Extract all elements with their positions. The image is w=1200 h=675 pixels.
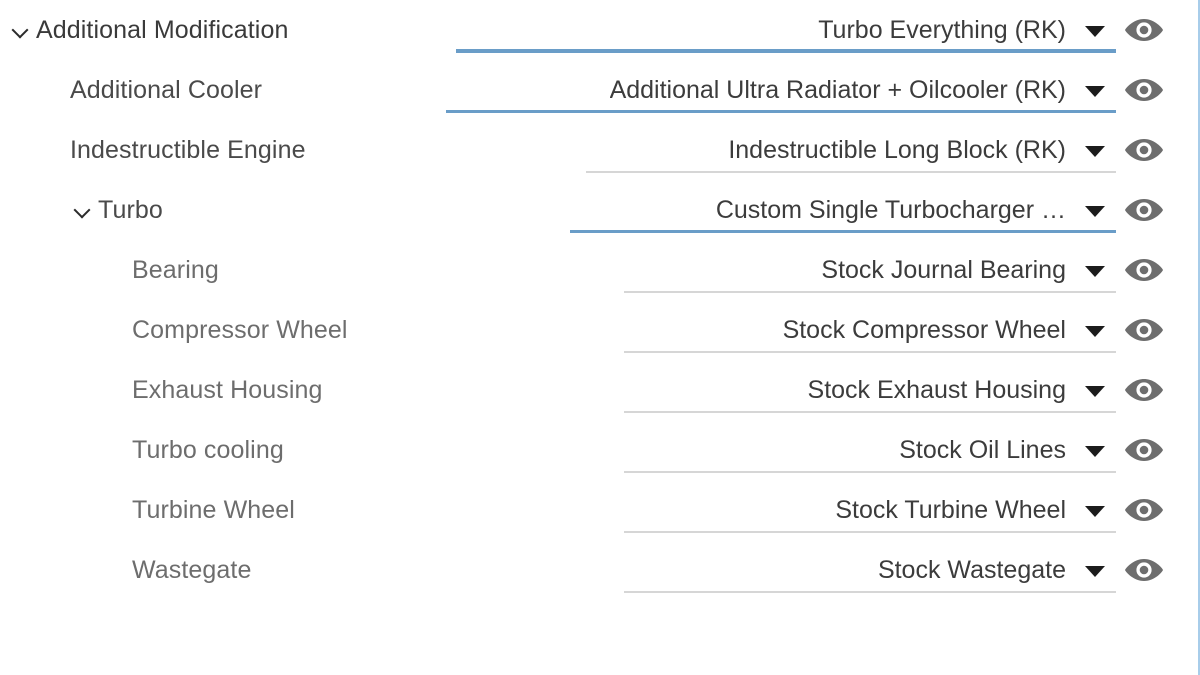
row-label-cell[interactable]: Indestructible Engine — [42, 120, 306, 180]
eye-icon[interactable] — [1122, 550, 1166, 590]
row-label-cell[interactable]: Compressor Wheel — [104, 300, 348, 360]
chevron-placeholder-icon — [42, 77, 68, 103]
dropdown-turbo-cooling[interactable]: Stock Oil Lines — [624, 427, 1116, 473]
row-label-cell[interactable]: Wastegate — [104, 540, 251, 600]
dropdown-value: Custom Single Turbocharger … — [715, 197, 1066, 223]
row-control: Additional Ultra Radiator + Oilcooler (R… — [446, 60, 1166, 120]
row-label: Additional Cooler — [70, 75, 263, 104]
row-label: Compressor Wheel — [132, 315, 348, 344]
dropdown-bearing[interactable]: Stock Journal Bearing — [624, 247, 1116, 293]
caret-down-icon[interactable] — [1082, 257, 1108, 283]
row-label: Turbine Wheel — [132, 495, 295, 524]
configuration-row-list: Additional Modification Turbo Everything… — [0, 0, 1200, 600]
row-label: Wastegate — [132, 555, 252, 584]
row-label: Exhaust Housing — [132, 375, 323, 404]
row-label: Indestructible Engine — [70, 135, 306, 164]
dropdown-value: Stock Compressor Wheel — [782, 317, 1066, 343]
dropdown-value: Stock Turbine Wheel — [835, 497, 1066, 523]
table-row[interactable]: Turbo cooling Stock Oil Lines — [0, 420, 1200, 480]
dropdown-value: Stock Wastegate — [877, 557, 1066, 583]
chevron-placeholder-icon — [42, 137, 68, 163]
chevron-down-icon[interactable] — [8, 17, 34, 43]
chevron-down-icon[interactable] — [70, 197, 96, 223]
dropdown-value: Indestructible Long Block (RK) — [728, 137, 1066, 163]
table-row[interactable]: Additional Modification Turbo Everything… — [0, 0, 1200, 60]
chevron-placeholder-icon — [104, 497, 130, 523]
table-row[interactable]: Turbine Wheel Stock Turbine Wheel — [0, 480, 1200, 540]
caret-down-icon[interactable] — [1082, 497, 1108, 523]
table-row[interactable]: Turbo Custom Single Turbocharger … — [0, 180, 1200, 240]
dropdown-turbine-wheel[interactable]: Stock Turbine Wheel — [624, 487, 1116, 533]
chevron-placeholder-icon — [104, 257, 130, 283]
caret-down-icon[interactable] — [1082, 197, 1108, 223]
table-row[interactable]: Exhaust Housing Stock Exhaust Housing — [0, 360, 1200, 420]
dropdown-value: Additional Ultra Radiator + Oilcooler (R… — [609, 77, 1066, 103]
row-label-cell[interactable]: Bearing — [104, 240, 219, 300]
eye-icon[interactable] — [1122, 190, 1166, 230]
dropdown-exhaust-housing[interactable]: Stock Exhaust Housing — [624, 367, 1116, 413]
dropdown-additional-modification[interactable]: Turbo Everything (RK) — [456, 7, 1116, 53]
row-control: Stock Oil Lines — [624, 420, 1166, 480]
table-row[interactable]: Indestructible Engine Indestructible Lon… — [0, 120, 1200, 180]
dropdown-additional-cooler[interactable]: Additional Ultra Radiator + Oilcooler (R… — [446, 67, 1116, 113]
eye-icon[interactable] — [1122, 490, 1166, 530]
row-control: Custom Single Turbocharger … — [570, 180, 1166, 240]
dropdown-indestructible-engine[interactable]: Indestructible Long Block (RK) — [586, 127, 1116, 173]
eye-icon[interactable] — [1122, 310, 1166, 350]
dropdown-compressor-wheel[interactable]: Stock Compressor Wheel — [624, 307, 1116, 353]
dropdown-turbo[interactable]: Custom Single Turbocharger … — [570, 187, 1116, 233]
caret-down-icon[interactable] — [1082, 17, 1108, 43]
caret-down-icon[interactable] — [1082, 557, 1108, 583]
table-row[interactable]: Compressor Wheel Stock Compressor Wheel — [0, 300, 1200, 360]
dropdown-value: Stock Oil Lines — [899, 437, 1066, 463]
caret-down-icon[interactable] — [1082, 317, 1108, 343]
row-control: Stock Journal Bearing — [624, 240, 1166, 300]
row-label: Additional Modification — [36, 15, 289, 44]
row-control: Stock Wastegate — [624, 540, 1166, 600]
eye-icon[interactable] — [1122, 370, 1166, 410]
row-label-cell[interactable]: Turbine Wheel — [104, 480, 295, 540]
dropdown-value: Stock Journal Bearing — [821, 257, 1066, 283]
row-label-cell[interactable]: Additional Cooler — [42, 60, 262, 120]
dropdown-wastegate[interactable]: Stock Wastegate — [624, 547, 1116, 593]
row-control: Stock Compressor Wheel — [624, 300, 1166, 360]
part-configurator-panel: Additional Modification Turbo Everything… — [0, 0, 1200, 675]
eye-icon[interactable] — [1122, 250, 1166, 290]
row-control: Stock Turbine Wheel — [624, 480, 1166, 540]
dropdown-value: Stock Exhaust Housing — [807, 377, 1066, 403]
table-row[interactable]: Additional Cooler Additional Ultra Radia… — [0, 60, 1200, 120]
caret-down-icon[interactable] — [1082, 437, 1108, 463]
row-control: Indestructible Long Block (RK) — [586, 120, 1166, 180]
row-label-cell[interactable]: Turbo cooling — [104, 420, 284, 480]
chevron-placeholder-icon — [104, 437, 130, 463]
row-label-cell[interactable]: Turbo — [70, 180, 163, 240]
row-label: Bearing — [132, 255, 219, 284]
caret-down-icon[interactable] — [1082, 137, 1108, 163]
caret-down-icon[interactable] — [1082, 377, 1108, 403]
eye-icon[interactable] — [1122, 70, 1166, 110]
chevron-placeholder-icon — [104, 317, 130, 343]
eye-icon[interactable] — [1122, 430, 1166, 470]
row-label: Turbo — [98, 195, 163, 224]
row-control: Turbo Everything (RK) — [456, 0, 1166, 60]
eye-icon[interactable] — [1122, 10, 1166, 50]
dropdown-value: Turbo Everything (RK) — [818, 17, 1066, 43]
row-label: Turbo cooling — [132, 435, 284, 464]
table-row[interactable]: Wastegate Stock Wastegate — [0, 540, 1200, 600]
caret-down-icon[interactable] — [1082, 77, 1108, 103]
eye-icon[interactable] — [1122, 130, 1166, 170]
chevron-placeholder-icon — [104, 557, 130, 583]
row-control: Stock Exhaust Housing — [624, 360, 1166, 420]
row-label-cell[interactable]: Exhaust Housing — [104, 360, 323, 420]
chevron-placeholder-icon — [104, 377, 130, 403]
table-row[interactable]: Bearing Stock Journal Bearing — [0, 240, 1200, 300]
row-label-cell[interactable]: Additional Modification — [8, 0, 288, 60]
